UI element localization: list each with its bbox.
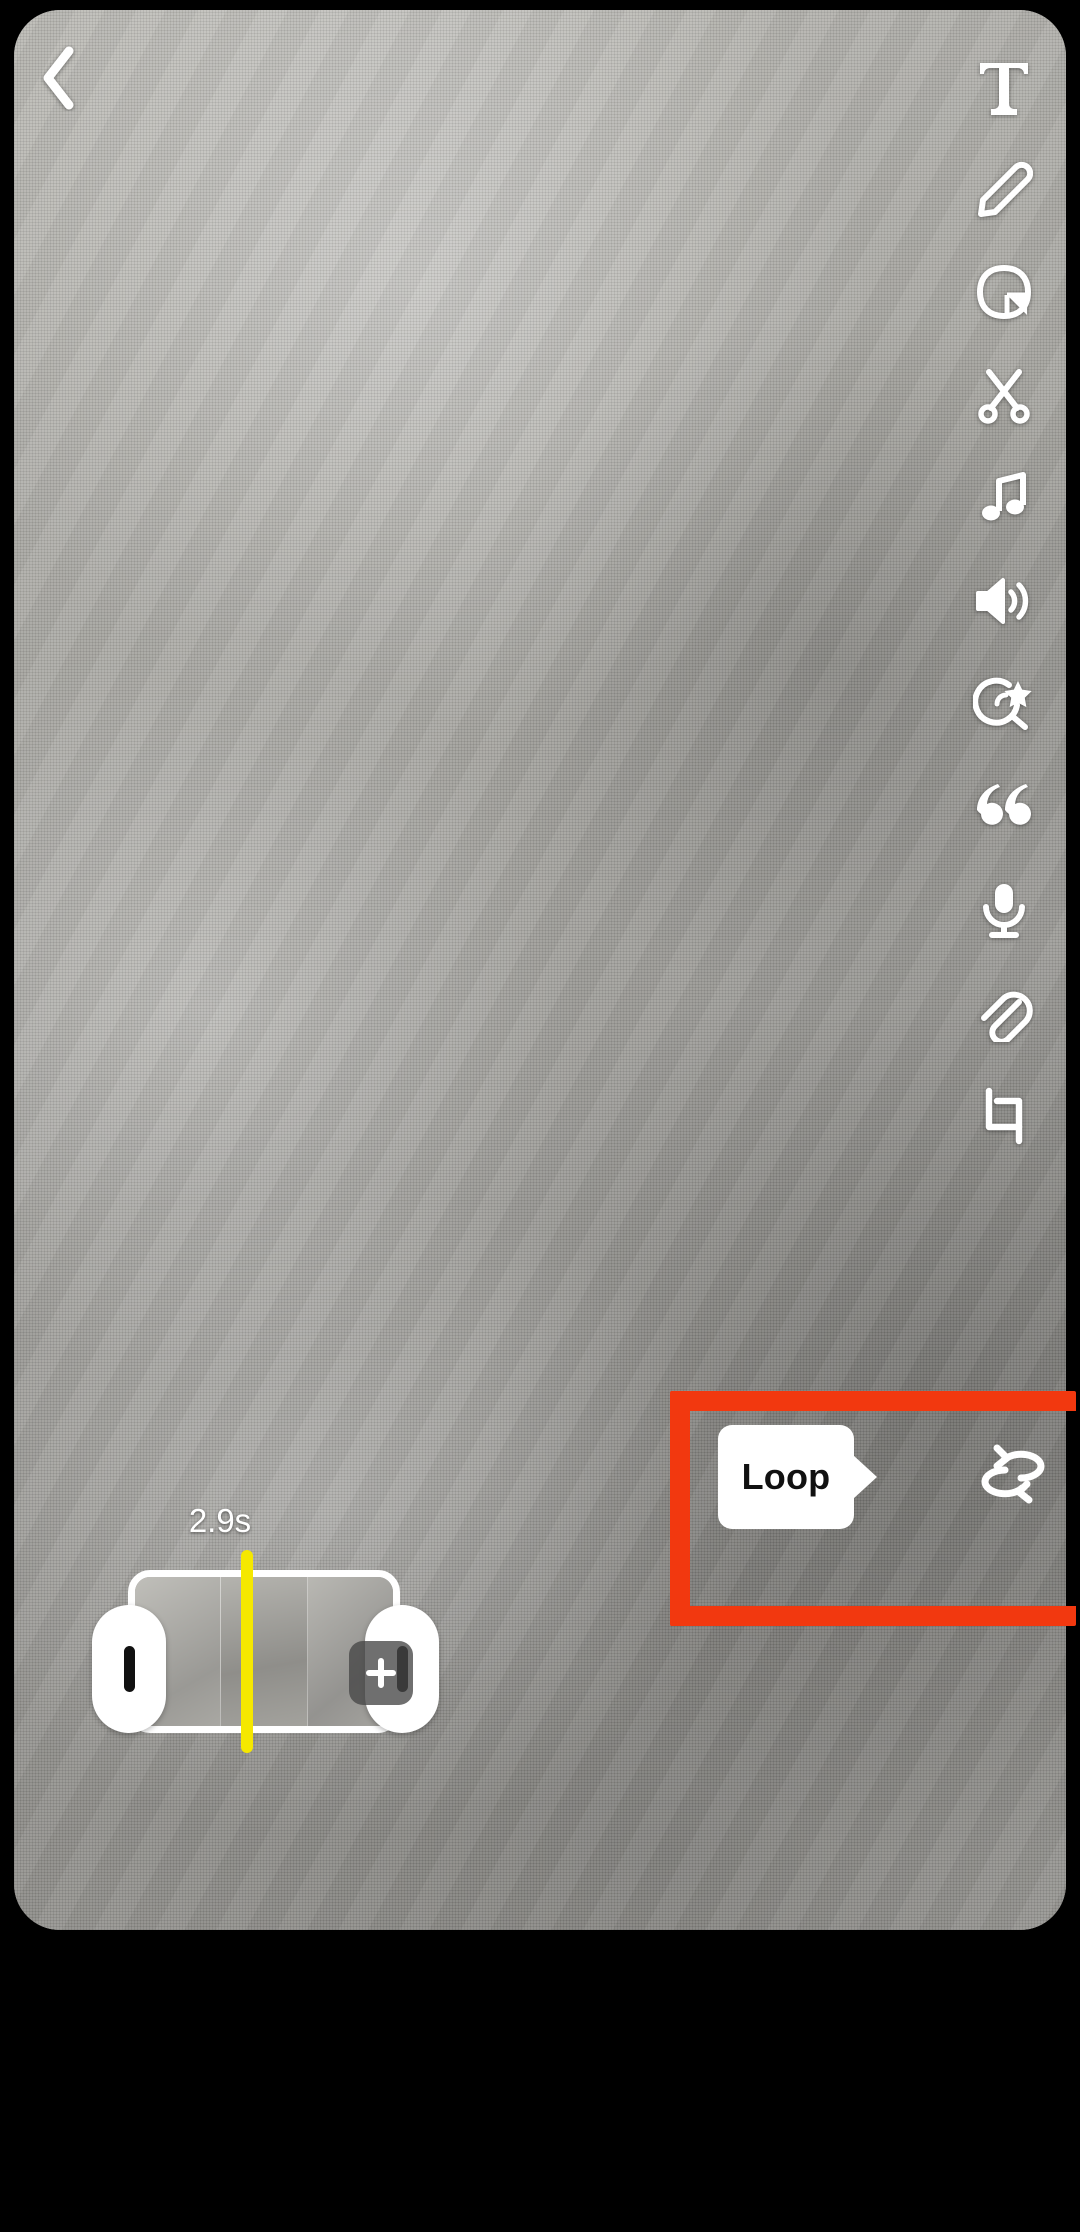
scissors-icon <box>978 368 1030 424</box>
loop-tooltip-tail <box>853 1455 877 1499</box>
tool-voice[interactable] <box>956 858 1052 961</box>
tool-sticker[interactable] <box>956 240 1052 343</box>
add-clip-button[interactable] <box>349 1641 413 1705</box>
tool-music[interactable] <box>956 446 1052 549</box>
tool-text[interactable] <box>956 34 1052 137</box>
magnifier-star-icon <box>973 677 1032 730</box>
tool-attach[interactable] <box>956 961 1052 1064</box>
quote-marks-icon <box>977 783 1031 825</box>
tool-volume[interactable] <box>956 549 1052 652</box>
loop-tooltip-label: Loop <box>741 1456 831 1497</box>
bottom-toolbar: Save Story Next <box>0 1930 1080 2232</box>
tool-caption[interactable] <box>956 755 1052 858</box>
plus-icon <box>366 1658 396 1688</box>
playhead[interactable] <box>241 1550 253 1753</box>
chevron-left-icon <box>43 46 74 110</box>
trim-handle-grip <box>123 1646 135 1692</box>
loop-tooltip: Loop <box>718 1425 877 1529</box>
tool-rail <box>956 34 1052 1167</box>
paperclip-icon <box>981 991 1033 1042</box>
crop-icon <box>985 1087 1023 1144</box>
speaker-volume-icon <box>976 577 1029 624</box>
loop-tooltip-bubble: Loop <box>718 1425 854 1529</box>
tool-lens[interactable] <box>956 652 1052 755</box>
tool-crop[interactable] <box>956 1064 1052 1167</box>
microphone-icon <box>983 883 1025 938</box>
app-root: Loop 2.9s <box>0 0 1080 2232</box>
sticker-icon <box>976 264 1032 319</box>
loop-button[interactable] <box>968 1430 1058 1520</box>
loop-arrows-icon <box>981 1444 1045 1504</box>
back-button[interactable] <box>22 42 94 114</box>
music-note-icon <box>982 471 1026 520</box>
pencil-icon <box>978 161 1033 217</box>
clip-duration-label: 2.9s <box>188 1502 252 1539</box>
tool-scissors[interactable] <box>956 343 1052 446</box>
tool-draw[interactable] <box>956 137 1052 240</box>
text-tool-icon <box>980 62 1028 115</box>
thumbnail-frame <box>221 1577 308 1726</box>
trim-handle-left[interactable] <box>92 1605 166 1733</box>
